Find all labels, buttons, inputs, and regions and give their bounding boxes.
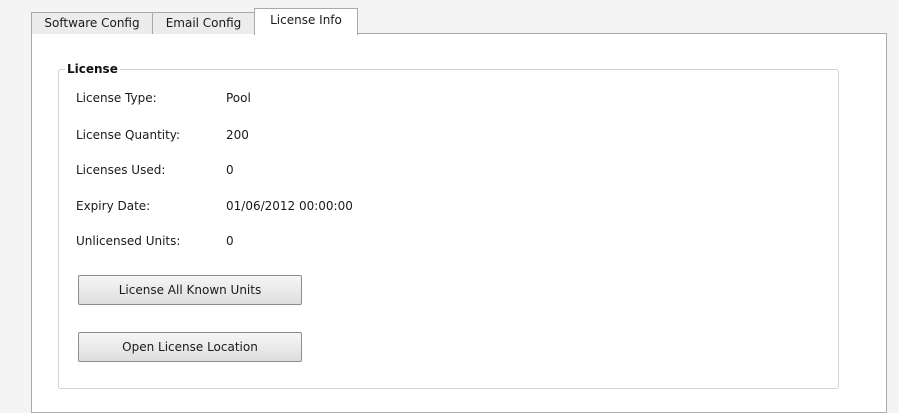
license-group-title: License — [65, 61, 120, 77]
license-info-panel: License License Type: Pool License Quant… — [31, 33, 887, 413]
license-quantity-label: License Quantity: — [76, 128, 181, 142]
expiry-date-value: 01/06/2012 00:00:00 — [226, 199, 353, 213]
license-groupbox: License License Type: Pool License Quant… — [58, 61, 839, 389]
unlicensed-units-label: Unlicensed Units: — [76, 234, 181, 248]
open-license-location-button[interactable]: Open License Location — [78, 332, 302, 362]
expiry-date-label: Expiry Date: — [76, 199, 151, 213]
licenses-used-value: 0 — [226, 163, 234, 177]
unlicensed-units-value: 0 — [226, 234, 234, 248]
tab-license-info[interactable]: License Info — [254, 8, 358, 35]
license-type-label: License Type: — [76, 91, 157, 105]
license-all-known-units-button[interactable]: License All Known Units — [78, 275, 302, 305]
licenses-used-label: Licenses Used: — [76, 163, 166, 177]
license-type-value: Pool — [226, 91, 251, 105]
tab-software-config[interactable]: Software Config — [31, 12, 153, 34]
tab-email-config[interactable]: Email Config — [152, 12, 255, 34]
license-quantity-value: 200 — [226, 128, 249, 142]
